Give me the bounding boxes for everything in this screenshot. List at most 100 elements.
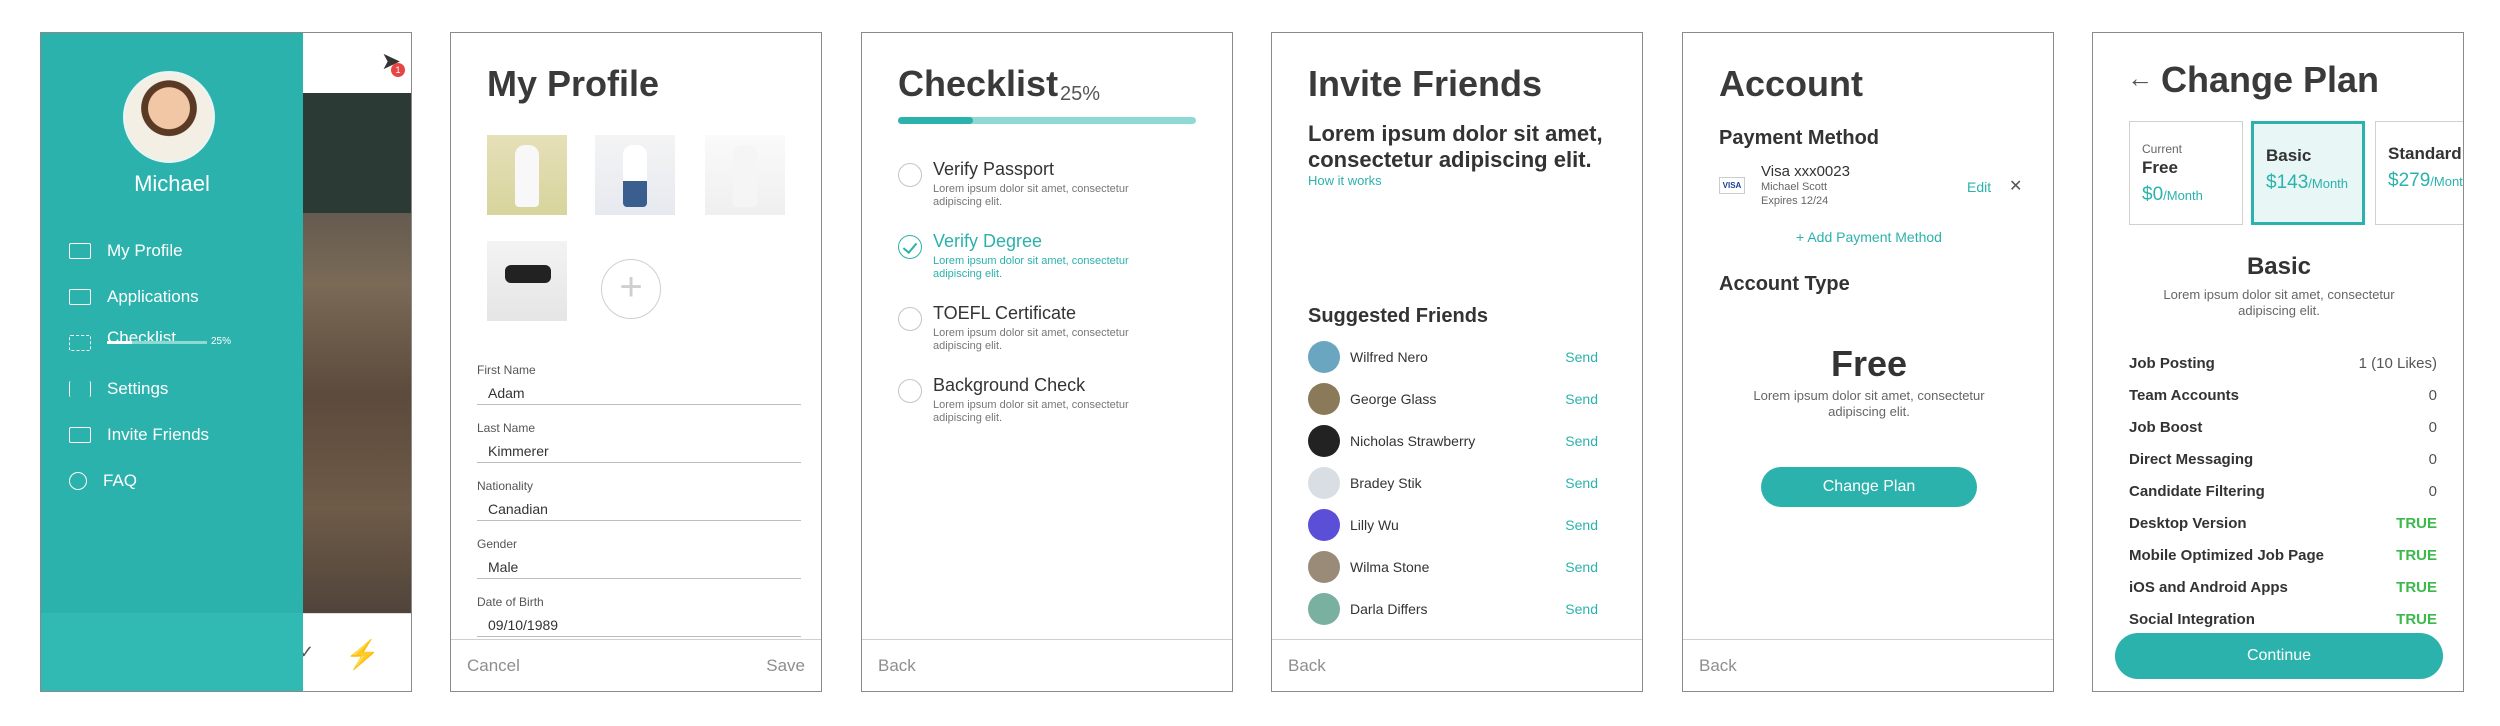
friend-name: Wilfred Nero xyxy=(1350,349,1428,365)
change-plan-screen: ← Change Plan Current Free $0/Month Basic $… xyxy=(2092,32,2464,692)
drawer-menu: My Profile Applications Checklist Settin… xyxy=(69,228,289,504)
friend-row: Bradey Stik Send xyxy=(1308,467,1598,501)
continue-button[interactable]: Continue xyxy=(2115,633,2443,679)
field-label: First Name xyxy=(477,363,536,377)
field-label: Date of Birth xyxy=(477,595,544,609)
profile-photo[interactable] xyxy=(487,241,567,321)
item-title: TOEFL Certificate xyxy=(933,303,1077,323)
field-value[interactable]: Adam xyxy=(477,385,801,401)
menu-item-my-profile[interactable]: My Profile xyxy=(69,228,289,274)
plan-card-basic[interactable]: Basic $143/Month xyxy=(2251,121,2365,225)
lightning-icon[interactable]: ⚡ xyxy=(345,638,380,671)
page-title: Account xyxy=(1719,63,1863,104)
feature-name: Candidate Filtering xyxy=(2129,483,2265,500)
item-title: Verify Degree xyxy=(933,231,1043,251)
document-icon xyxy=(69,289,91,305)
change-plan-button[interactable]: Change Plan xyxy=(1761,467,1977,507)
feature-name: Job Boost xyxy=(2129,419,2203,436)
menu-item-label: Checklist xyxy=(107,328,176,347)
feature-row: Mobile Optimized Job Page TRUE xyxy=(2129,547,2437,579)
menu-item-label: My Profile xyxy=(107,241,183,260)
progress-fill xyxy=(898,117,973,124)
back-button[interactable]: Back xyxy=(878,656,916,676)
drawer-footer xyxy=(41,613,303,691)
profile-screen: My Profile + First Name Adam Last Name Kim… xyxy=(450,32,822,692)
save-button[interactable]: Save xyxy=(766,656,805,676)
avatar xyxy=(1308,551,1340,583)
item-desc: Lorem ipsum dolor sit amet, consectetur … xyxy=(933,327,1129,352)
field-value[interactable]: Canadian xyxy=(477,501,801,517)
menu-item-faq[interactable]: FAQ xyxy=(69,458,289,504)
first-name-field[interactable]: First Name Adam xyxy=(477,363,801,405)
item-desc: Lorem ipsum dolor sit amet, consectetur … xyxy=(933,183,1129,208)
back-arrow-icon[interactable]: ← xyxy=(2127,63,2153,94)
profile-photo[interactable] xyxy=(487,135,567,215)
avatar[interactable] xyxy=(123,71,215,163)
add-payment-method-link[interactable]: + Add Payment Method xyxy=(1683,229,2053,245)
field-value[interactable]: Male xyxy=(477,559,801,575)
friend-name: Nicholas Strawberry xyxy=(1350,433,1476,449)
feature-name: Mobile Optimized Job Page xyxy=(2129,547,2325,564)
menu-item-settings[interactable]: Settings xyxy=(69,366,289,412)
check-circle-icon[interactable] xyxy=(898,163,922,187)
field-value[interactable]: 09/10/1989 xyxy=(477,617,801,633)
card-expiry: Expires 12/24 xyxy=(1761,195,1829,207)
feature-value: TRUE xyxy=(2396,579,2437,596)
friend-name: Bradey Stik xyxy=(1350,475,1422,491)
friend-row: Nicholas Strawberry Send xyxy=(1308,425,1598,459)
avatar xyxy=(1308,341,1340,373)
progress-bar xyxy=(898,117,1196,124)
checklist-progress-label: 25% xyxy=(211,336,232,347)
background-photo: ➤ 1 ✓ ⚡ xyxy=(299,33,411,691)
send-button[interactable]: Send xyxy=(1565,349,1598,365)
send-button[interactable]: Send xyxy=(1565,517,1598,533)
account-type-title: Account Type xyxy=(1719,273,1850,295)
field-value[interactable]: Kimmerer xyxy=(477,443,801,459)
feature-value: TRUE xyxy=(2396,515,2437,532)
feature-row: Team Accounts 0 xyxy=(2129,387,2437,419)
field-label: Nationality xyxy=(477,479,534,493)
list-icon xyxy=(69,335,91,351)
send-button[interactable]: Send xyxy=(1565,475,1598,491)
how-it-works-link[interactable]: How it works xyxy=(1308,173,1382,188)
back-button[interactable]: Back xyxy=(1288,656,1326,676)
send-button[interactable]: Send xyxy=(1565,559,1598,575)
send-button[interactable]: Send xyxy=(1565,391,1598,407)
menu-item-invite-friends[interactable]: Invite Friends xyxy=(69,412,289,458)
cancel-button[interactable]: Cancel xyxy=(467,656,520,676)
footer-bar: Back xyxy=(862,639,1232,691)
user-name: Michael xyxy=(134,171,210,196)
close-icon[interactable]: ✕ xyxy=(2009,176,2022,196)
item-desc: Lorem ipsum dolor sit amet, consectetur … xyxy=(933,399,1129,424)
edit-card-button[interactable]: Edit xyxy=(1967,179,1991,195)
gift-icon xyxy=(69,427,91,443)
menu-screen: ➤ 1 ✓ ⚡ Michael My Profile Applications … xyxy=(40,32,412,692)
profile-photo[interactable] xyxy=(705,135,785,215)
gender-field[interactable]: Gender Male xyxy=(477,537,801,579)
date-of-birth-field[interactable]: Date of Birth 09/10/1989 xyxy=(477,595,801,637)
back-button[interactable]: Back xyxy=(1699,656,1737,676)
plan-card-standard[interactable]: Standard $279/Month xyxy=(2375,121,2463,225)
profile-photo[interactable] xyxy=(595,135,675,215)
send-button[interactable]: Send xyxy=(1565,433,1598,449)
nationality-field[interactable]: Nationality Canadian xyxy=(477,479,801,521)
check-circle-icon[interactable] xyxy=(898,379,922,403)
feature-row: Desktop Version TRUE xyxy=(2129,515,2437,547)
feature-value: 0 xyxy=(2428,451,2437,468)
send-button[interactable]: Send xyxy=(1565,601,1598,617)
last-name-field[interactable]: Last Name Kimmerer xyxy=(477,421,801,463)
menu-item-applications[interactable]: Applications xyxy=(69,274,289,320)
checklist-progress-fill xyxy=(107,341,132,344)
field-label: Gender xyxy=(477,537,518,551)
check-circle-icon[interactable] xyxy=(898,307,922,331)
footer-bar: Back xyxy=(1683,639,2053,691)
add-photo-button[interactable]: + xyxy=(601,259,661,319)
plan-price: $279 xyxy=(2388,170,2431,191)
check-circle-icon[interactable] xyxy=(898,235,922,259)
avatar xyxy=(1308,425,1340,457)
id-card-icon xyxy=(69,243,91,259)
card-holder: Michael Scott xyxy=(1761,181,1828,193)
avatar xyxy=(1308,383,1340,415)
feature-value: TRUE xyxy=(2396,611,2437,628)
plan-card-free[interactable]: Current Free $0/Month xyxy=(2129,121,2243,225)
